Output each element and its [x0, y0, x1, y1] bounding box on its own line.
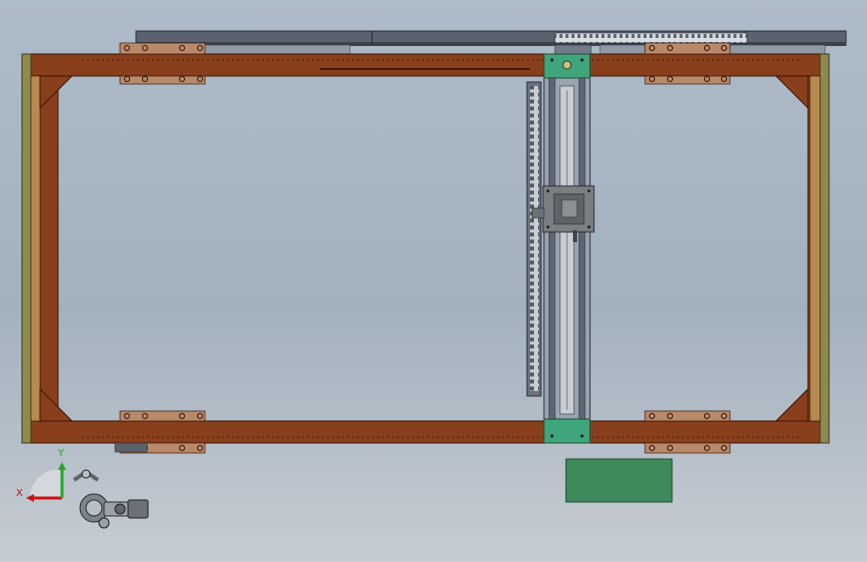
triad-model-icon: [72, 469, 149, 529]
y-axis-gantry: [543, 44, 592, 444]
coordinate-triad-icon: X Y: [16, 448, 149, 529]
cad-viewport[interactable]: X Y: [0, 0, 867, 562]
axis-y-label: Y: [57, 448, 65, 459]
motor-block-bottom-left: [114, 442, 148, 453]
top-linear-rail: [129, 30, 847, 55]
drag-chain: [526, 81, 542, 397]
axis-x-label: X: [16, 488, 23, 499]
mounting-plates: [114, 42, 731, 454]
cad-model-drawing[interactable]: X Y: [0, 0, 867, 562]
electrical-box: [565, 458, 673, 503]
steel-frame: [21, 53, 830, 444]
